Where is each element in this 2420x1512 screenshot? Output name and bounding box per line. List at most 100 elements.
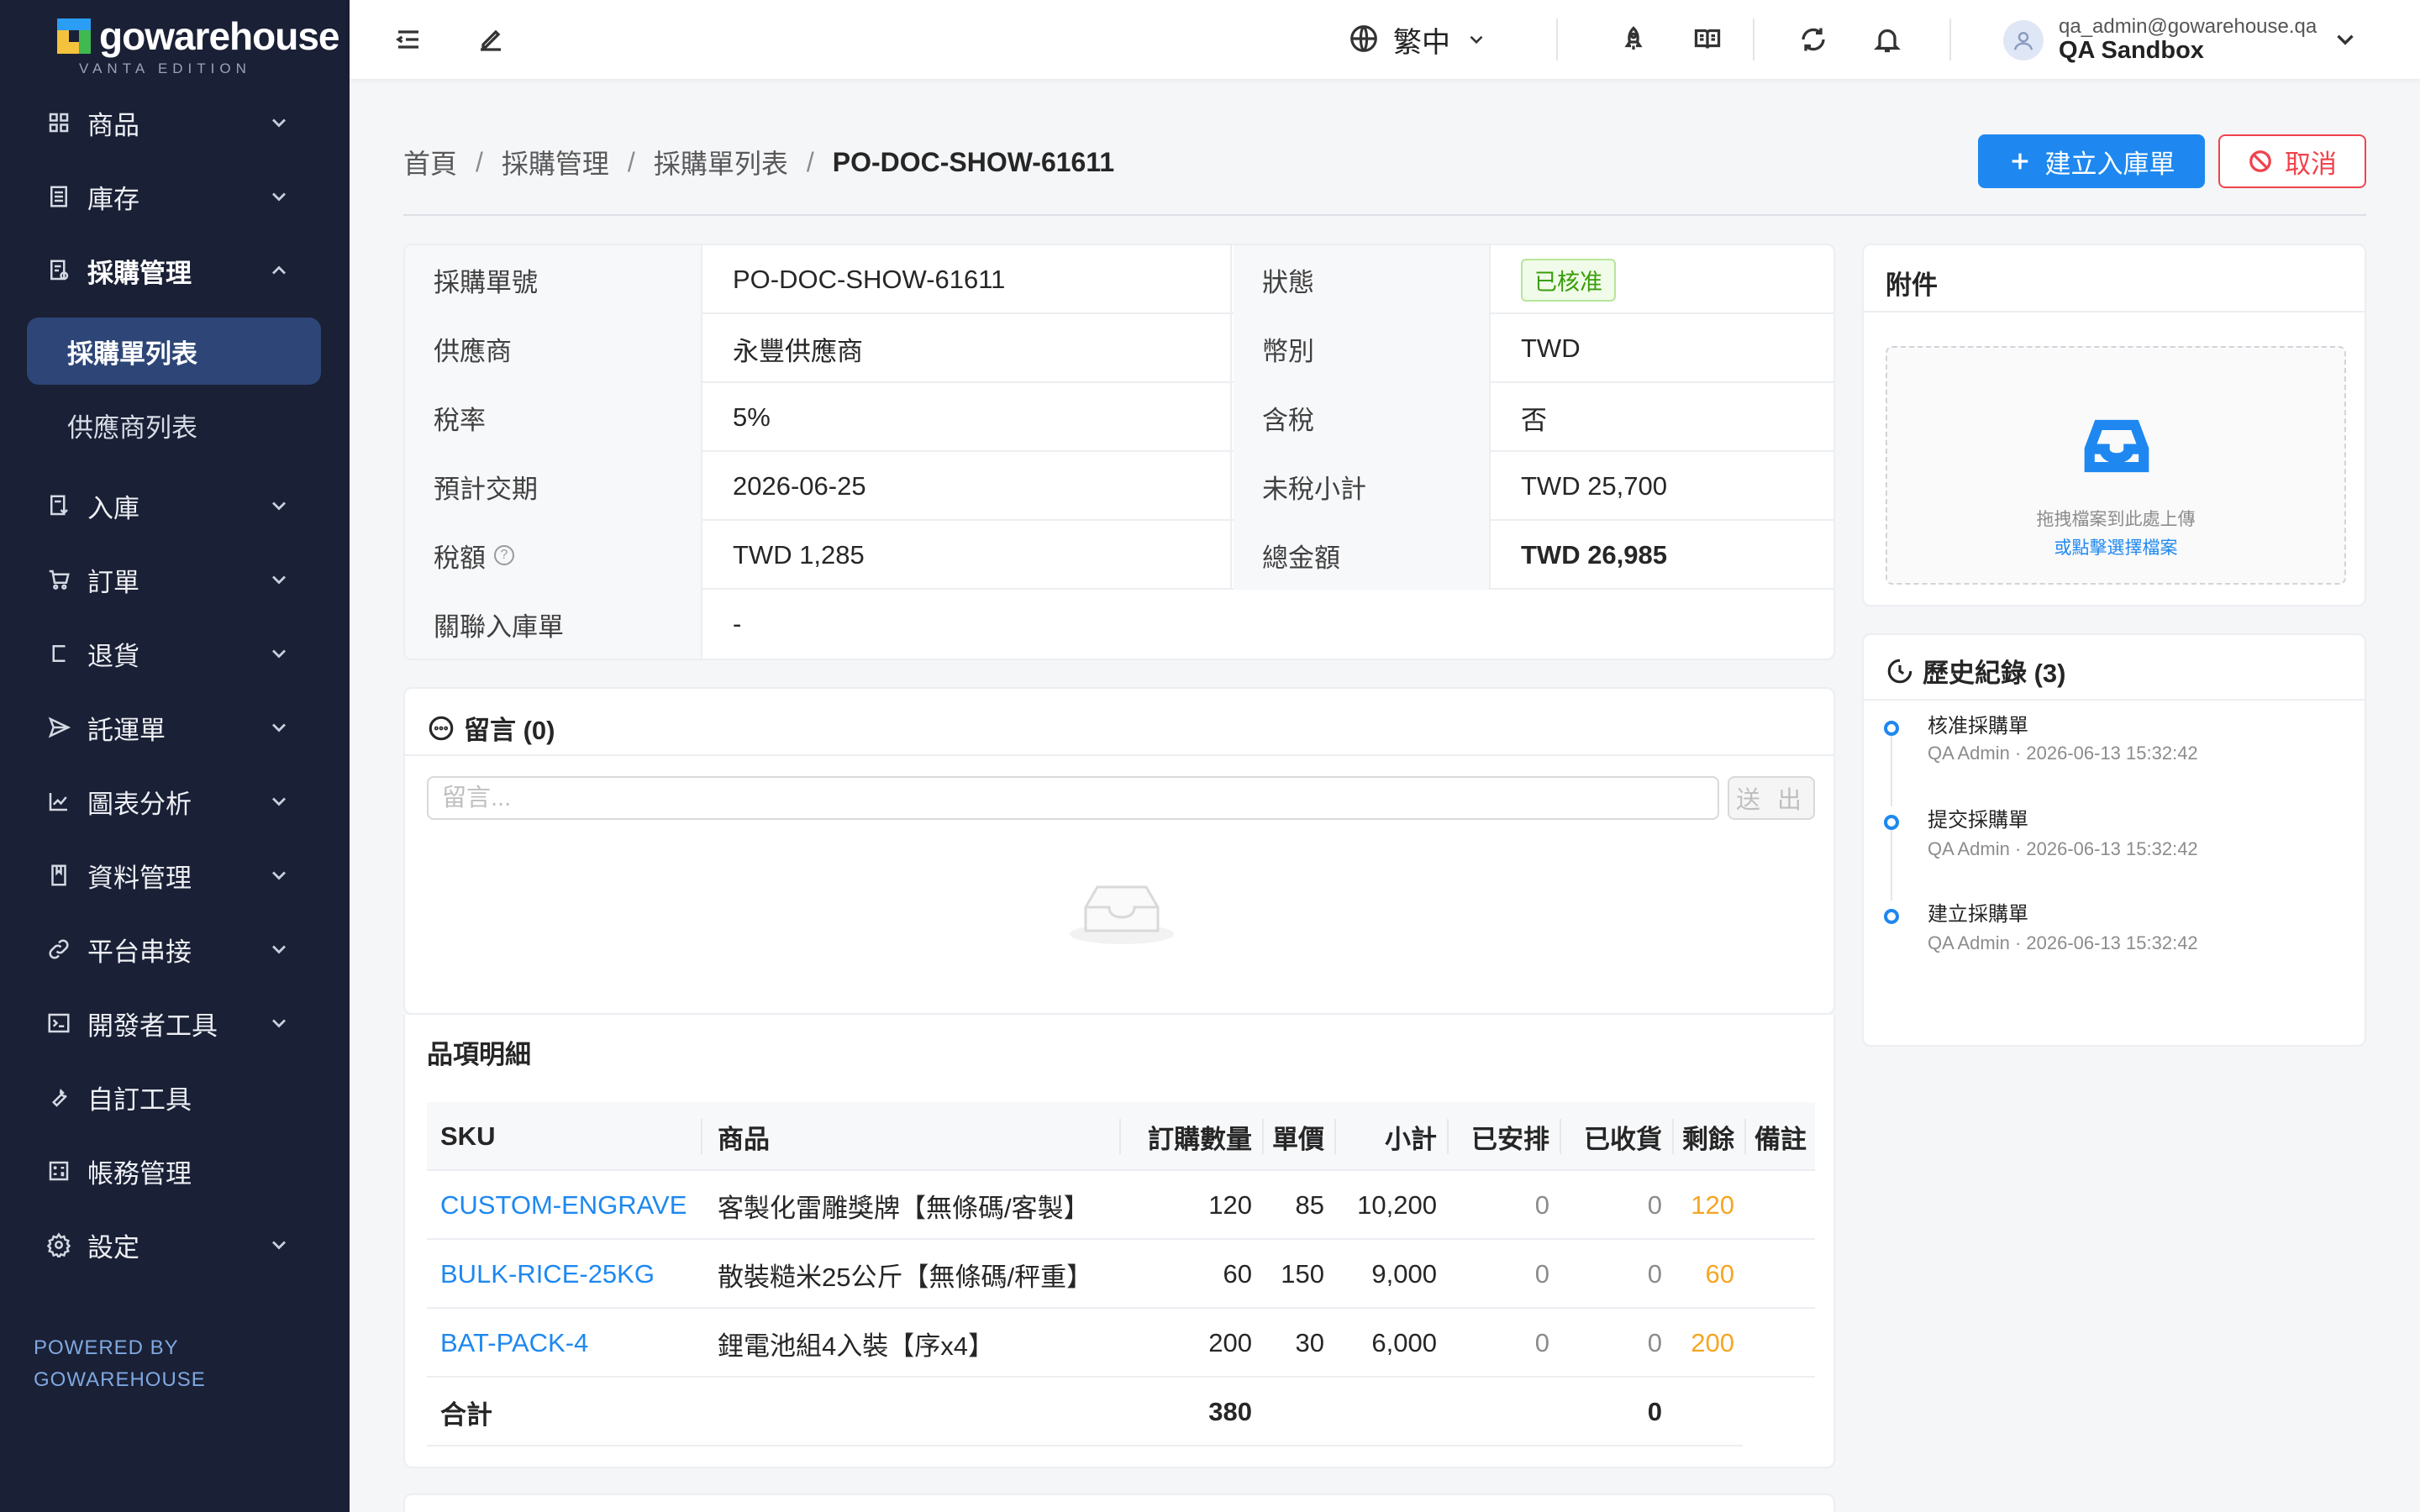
- sku-link[interactable]: BULK-RICE-25KG: [440, 1240, 655, 1309]
- powered-by: POWERED BY GOWAREHOUSE: [34, 1332, 206, 1396]
- sku-link[interactable]: BAT-PACK-4: [440, 1309, 588, 1378]
- create-inbound-button[interactable]: 建立入庫單: [1978, 134, 2205, 188]
- calculator-icon: [45, 1158, 72, 1184]
- breadcrumb-po-list[interactable]: 採購單列表: [654, 143, 788, 181]
- file-dropzone[interactable]: 拖拽檔案到此處上傳 或點擊選擇檔案: [1886, 346, 2346, 585]
- sidebar-item-inventory[interactable]: 庫存: [0, 170, 350, 223]
- help-icon[interactable]: ?: [494, 545, 514, 565]
- info-key: 狀態: [1234, 245, 1491, 314]
- info-row: 稅率 5% 含稅 否: [405, 383, 1833, 452]
- grid-icon: [45, 109, 72, 136]
- unit-price: 150: [1281, 1259, 1324, 1289]
- language-selector[interactable]: 繁中: [1348, 18, 1487, 60]
- sidebar: gowarehouse VANTA EDITION 商品 庫存 採購管理 採購單…: [0, 0, 350, 1512]
- sidebar-item-inbound[interactable]: 入庫: [0, 479, 350, 533]
- history-event-title: 建立採購單: [1928, 903, 2028, 926]
- column-header: 備註: [1754, 1124, 1807, 1154]
- sidebar-item-returns[interactable]: 退貨: [0, 627, 350, 680]
- product-name: 鋰電池組4入裝【序x4】: [718, 1331, 994, 1361]
- scheduled-qty: 0: [1534, 1328, 1549, 1357]
- chevron-down-icon: [267, 494, 291, 517]
- line-items-title: 品項明細: [427, 1040, 531, 1069]
- chevron-down-icon: [267, 1011, 291, 1035]
- info-key: 總金額: [1234, 521, 1491, 590]
- sidebar-item-developer[interactable]: 開發者工具: [0, 996, 350, 1050]
- rocket-icon[interactable]: [1617, 23, 1650, 56]
- chevron-down-icon: [267, 790, 291, 813]
- sidebar-item-data[interactable]: 資料管理: [0, 848, 350, 902]
- divider: [1864, 699, 2365, 701]
- user-org: QA Sandbox: [2059, 37, 2204, 64]
- breadcrumb-purchase[interactable]: 採購管理: [502, 143, 609, 181]
- brand-name: gowarehouse: [99, 14, 340, 58]
- sidebar-item-integrations[interactable]: 平台串接: [0, 922, 350, 976]
- sidebar-item-analytics[interactable]: 圖表分析: [0, 774, 350, 828]
- sidebar-item-label: 資料管理: [87, 863, 192, 893]
- sidebar-item-label: 開發者工具: [87, 1011, 218, 1041]
- sidebar-item-orders[interactable]: 訂單: [0, 553, 350, 606]
- breadcrumb-home[interactable]: 首頁: [403, 143, 457, 181]
- table-total-row: 合計 380 0: [427, 1378, 1743, 1446]
- total-qty: 380: [1208, 1397, 1252, 1426]
- sidebar-item-label: 訂單: [87, 567, 139, 597]
- sku-link[interactable]: CUSTOM-ENGRAVE: [440, 1171, 687, 1240]
- sidebar-item-label: 入庫: [87, 493, 139, 523]
- cancel-button[interactable]: 取消: [2218, 134, 2366, 188]
- total-amount: TWD 26,985: [1521, 540, 1668, 570]
- gear-icon: [45, 1231, 72, 1258]
- column-header: 商品: [718, 1124, 770, 1154]
- attachments-card: 附件 拖拽檔案到此處上傳 或點擊選擇檔案: [1862, 244, 2366, 606]
- sidebar-item-products[interactable]: 商品: [0, 96, 350, 150]
- user-menu[interactable]: qa_admin@gowarehouse.qa QA Sandbox: [2003, 12, 2373, 67]
- history-event-meta: QA Admin · 2026-06-13 15:32:42: [1928, 743, 2198, 764]
- divider: [405, 754, 1833, 756]
- sidebar-item-custom-tools[interactable]: 自訂工具: [0, 1070, 350, 1124]
- return-icon: [45, 640, 72, 667]
- timeline-dot: [1884, 721, 1899, 736]
- sidebar-item-purchase[interactable]: 採購管理: [0, 244, 350, 297]
- refresh-icon[interactable]: [1797, 23, 1830, 56]
- book-icon: [45, 862, 72, 889]
- scheduled-qty: 0: [1534, 1190, 1549, 1220]
- received-qty: 0: [1647, 1259, 1662, 1289]
- order-qty: 60: [1223, 1259, 1252, 1289]
- inbox-upload-icon: [2084, 419, 2149, 473]
- chevron-down-icon: [267, 642, 291, 665]
- empty-inbox-icon: [1070, 885, 1174, 944]
- sidebar-subitem-supplier-list[interactable]: 供應商列表: [27, 391, 321, 459]
- comment-input[interactable]: [427, 776, 1719, 820]
- timeline-dot: [1884, 909, 1899, 924]
- subtotal: 9,000: [1371, 1259, 1437, 1289]
- send-comment-button[interactable]: 送 出: [1728, 776, 1815, 820]
- chevron-down-icon: [267, 185, 291, 208]
- bell-icon[interactable]: [1870, 23, 1904, 56]
- chevron-down-icon: [267, 937, 291, 961]
- sidebar-item-label: 庫存: [87, 184, 139, 214]
- logo-mark-icon: [57, 18, 91, 54]
- sidebar-item-accounting[interactable]: 帳務管理: [0, 1144, 350, 1198]
- chevron-down-icon: [267, 864, 291, 887]
- sidebar-item-settings[interactable]: 設定: [0, 1218, 350, 1272]
- info-value: 2026-06-25: [704, 452, 1232, 521]
- dropzone-hint: 拖拽檔案到此處上傳: [2036, 510, 2196, 529]
- link-icon: [45, 936, 72, 963]
- menu-collapse-icon[interactable]: [392, 23, 425, 56]
- sidebar-subitem-po-list[interactable]: 採購單列表: [27, 318, 321, 385]
- sidebar-item-shipments[interactable]: 託運單: [0, 701, 350, 754]
- inbound-icon: [45, 492, 72, 519]
- info-value: TWD 26,985: [1492, 521, 1833, 590]
- sidebar-item-label: 自訂工具: [87, 1084, 192, 1115]
- chevron-down-icon: [267, 568, 291, 591]
- history-title: 歷史紀錄 (3): [1886, 652, 2066, 690]
- info-row: 供應商 永豐供應商 幣別 TWD: [405, 314, 1833, 383]
- select-file-link[interactable]: 或點擊選擇檔案: [1887, 534, 2344, 559]
- sidebar-item-label: 平台串接: [87, 937, 192, 967]
- comments-title-text: 留言 (0): [464, 716, 555, 745]
- docs-book-icon[interactable]: [1691, 23, 1724, 56]
- product-name: 散裝糙米25公斤【無條碼/秤重】: [718, 1262, 1093, 1292]
- chat-bubble-icon: [429, 716, 454, 740]
- edit-icon[interactable]: [474, 23, 508, 56]
- info-key: 供應商: [405, 314, 702, 383]
- brand-logo[interactable]: gowarehouse VANTA EDITION: [57, 14, 340, 76]
- comments-card: 留言 (0) 送 出: [403, 687, 1835, 1015]
